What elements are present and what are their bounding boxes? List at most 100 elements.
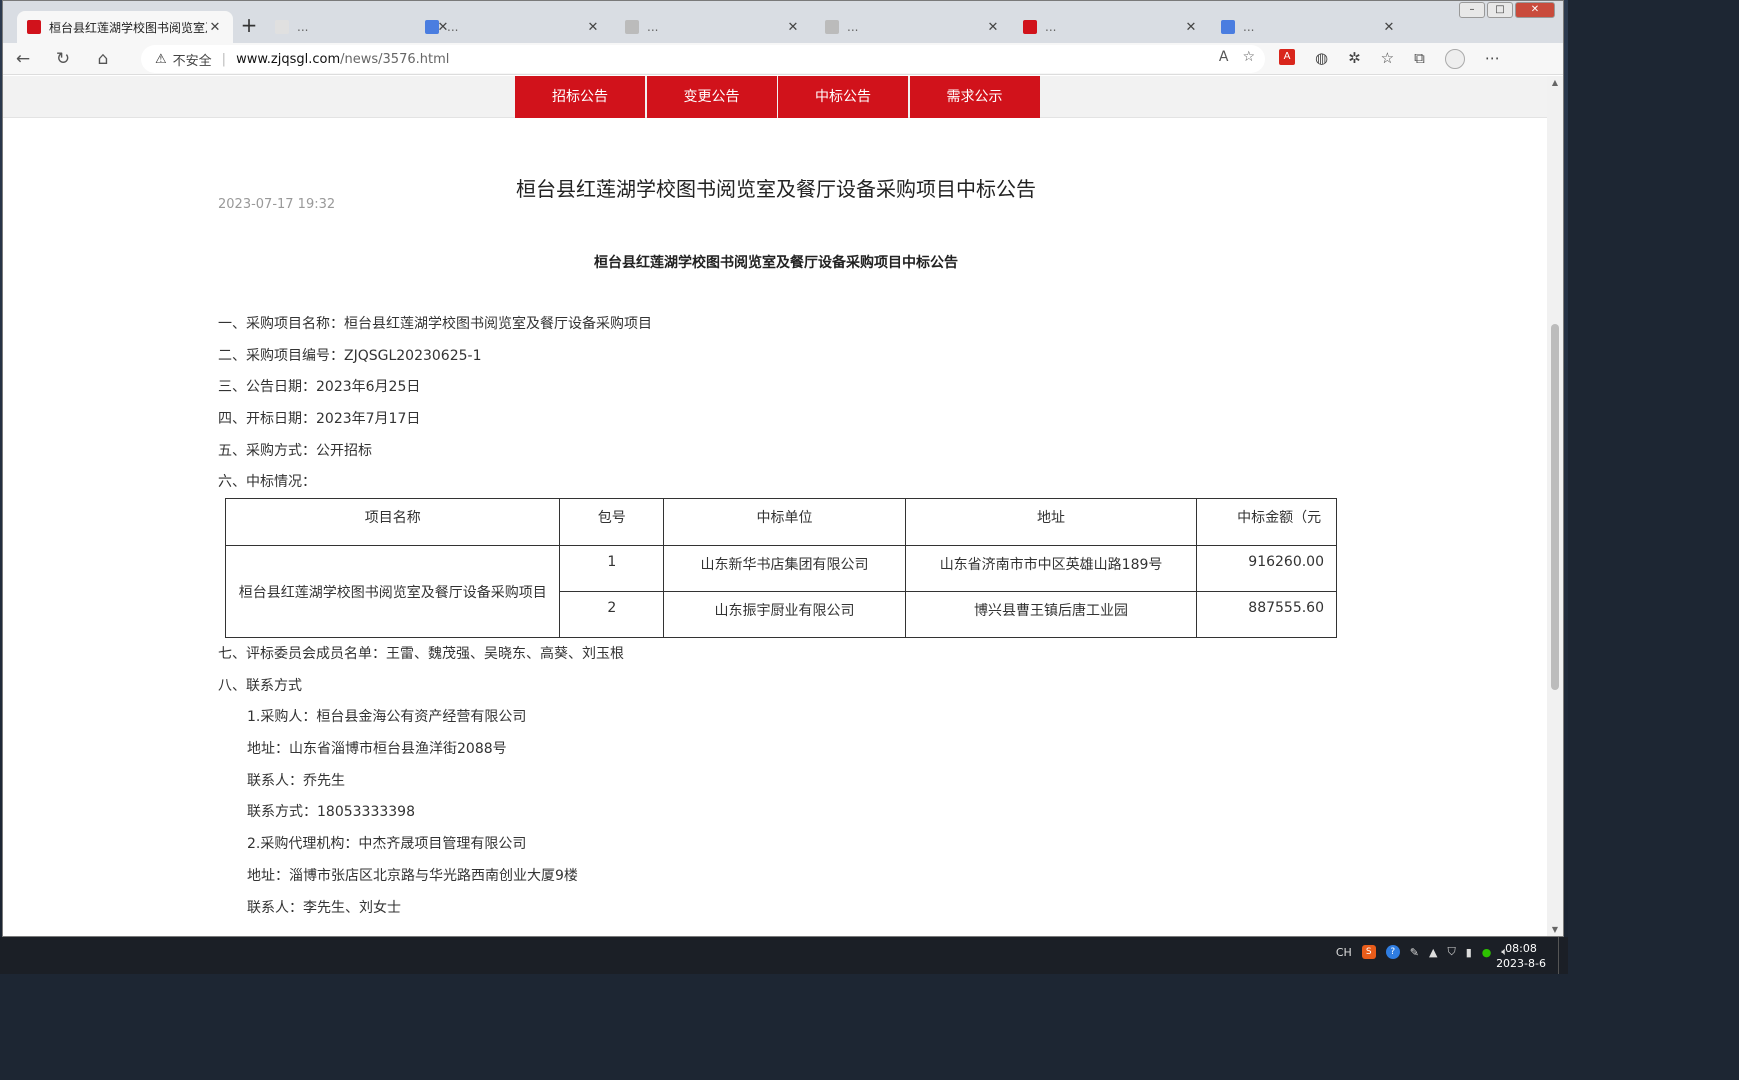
table-cell: 1	[559, 545, 665, 592]
scroll-down-icon[interactable]: ▼	[1547, 925, 1563, 934]
show-desktop-button[interactable]	[1558, 937, 1568, 974]
nav-item-demand-notice[interactable]: 需求公示	[909, 76, 1040, 118]
home-icon[interactable]: ⌂	[83, 49, 123, 69]
tab-inactive[interactable]: ... ✕	[615, 11, 811, 43]
article-line: 三、公告日期：2023年6月25日	[218, 379, 421, 396]
tray-expand-icon[interactable]: ▲	[1429, 946, 1437, 959]
taskbar: CH S ? ✎ ▲ ⛉ ▮ ● 🔈︎ 08:08 2023-8-6	[0, 937, 1568, 974]
window-close-button[interactable]: ✕	[1515, 2, 1555, 18]
address-bar[interactable]: ⚠ 不安全 | www.zjqsgl.com/news/3576.html A …	[141, 45, 1265, 73]
article-line: 联系方式：18053333398	[247, 804, 415, 821]
article-line: 地址：山东省淄博市桓台县渔洋街2088号	[247, 741, 507, 758]
nav-item-change-notice[interactable]: 变更公告	[646, 76, 777, 118]
app-tray-icon[interactable]: ▮	[1466, 946, 1472, 959]
tracking-prevention-icon[interactable]: ◍	[1315, 49, 1328, 69]
url-path: /news/3576.html	[340, 51, 450, 67]
award-table: 项目名称 包号 中标单位 地址 中标金额（元 桓台县红莲湖学校图书阅览室及餐厅设…	[225, 498, 1337, 638]
tab-favicon-icon	[425, 20, 439, 34]
favorites-icon[interactable]: ☆	[1381, 49, 1394, 69]
table-cell-amount: 887555.60	[1196, 591, 1337, 638]
tab-close-icon[interactable]: ✕	[585, 20, 601, 35]
new-tab-button[interactable]: +	[237, 14, 261, 38]
article-line: 联系人：乔先生	[247, 772, 345, 789]
tab-inactive[interactable]: ... ✕	[815, 11, 1011, 43]
tab-close-icon[interactable]: ✕	[207, 20, 223, 35]
tab-close-icon[interactable]: ✕	[985, 20, 1001, 35]
url-host: www.zjqsgl.com	[236, 51, 341, 67]
tab-title: 桓台县红莲湖学校图书阅览室及餐厅设备采购项目中标公告	[49, 20, 207, 35]
address-separator: |	[221, 51, 227, 67]
tab-inactive[interactable]: ... ✕	[415, 11, 611, 43]
table-header-cell: 包号	[559, 498, 665, 546]
table-cell: 山东省济南市市中区英雄山路189号	[904, 545, 1198, 592]
article-subtitle: 桓台县红莲湖学校图书阅览室及餐厅设备采购项目中标公告	[594, 255, 958, 271]
tab-favicon-icon	[825, 20, 839, 34]
profile-avatar[interactable]	[1444, 49, 1465, 69]
browser-window: 桓台县红莲湖学校图书阅览室及餐厅设备采购项目中标公告 ✕ + ... ✕ ...…	[2, 0, 1564, 937]
scroll-up-icon[interactable]: ▲	[1547, 78, 1563, 87]
site-favicon-icon	[27, 20, 41, 34]
table-header-cell: 中标金额（元	[1196, 498, 1337, 546]
security-shield-icon[interactable]: ⛉	[1447, 945, 1455, 959]
nav-item-award-notice[interactable]: 中标公告	[778, 76, 908, 118]
table-cell-amount: 916260.00	[1196, 545, 1337, 592]
collections-icon[interactable]: ⧉	[1414, 49, 1425, 69]
input-language-indicator[interactable]: CH	[1336, 946, 1352, 959]
pdf-extension-icon[interactable]: A	[1279, 49, 1295, 65]
refresh-icon[interactable]: ↻	[43, 49, 83, 69]
sogou-ime-icon[interactable]: S	[1361, 945, 1376, 959]
tab-title: ...	[847, 20, 859, 34]
tab-inactive[interactable]: ... ✕	[1211, 11, 1407, 43]
article-line: 1.采购人：桓台县金海公有资产经营有限公司	[247, 709, 527, 726]
taskbar-clock[interactable]: 08:08 2023-8-6	[1496, 941, 1546, 971]
article-line: 联系人：李先生、刘女士	[247, 899, 401, 916]
table-row: 桓台县红莲湖学校图书阅览室及餐厅设备采购项目 1 山东新华书店集团有限公司 山东…	[225, 545, 1337, 638]
award-table-wrapper: 项目名称 包号 中标单位 地址 中标金额（元 桓台县红莲湖学校图书阅览室及餐厅设…	[225, 498, 1337, 638]
tab-favicon-icon	[275, 20, 289, 34]
add-favorite-icon[interactable]: ☆	[1242, 49, 1255, 65]
tab-strip: 桓台县红莲湖学校图书阅览室及餐厅设备采购项目中标公告 ✕ + ... ✕ ...…	[3, 1, 1563, 43]
table-cell: 山东新华书店集团有限公司	[663, 545, 906, 592]
read-aloud-icon[interactable]: A	[1219, 49, 1229, 65]
table-cell: 山东振宇厨业有限公司	[663, 591, 906, 638]
extensions-icon[interactable]: ✲	[1348, 49, 1361, 69]
tab-favicon-icon	[1023, 20, 1037, 34]
wechat-icon[interactable]: ●	[1482, 946, 1492, 959]
table-header-cell: 项目名称	[225, 498, 561, 546]
tab-active[interactable]: 桓台县红莲湖学校图书阅览室及餐厅设备采购项目中标公告 ✕	[17, 11, 233, 43]
nav-item-tender-notice[interactable]: 招标公告	[515, 76, 645, 118]
tab-title: ...	[1045, 20, 1057, 34]
article-line: 四、开标日期：2023年7月17日	[218, 411, 421, 428]
system-tray: CH S ? ✎ ▲ ⛉ ▮ ● 🔈︎	[1336, 945, 1508, 959]
article-lines: 一、采购项目名称：桓台县红莲湖学校图书阅览室及餐厅设备采购项目 二、采购项目编号…	[218, 314, 652, 504]
article-line: 七、评标委员会成员名单：王雷、魏茂强、吴晓东、高葵、刘玉根	[218, 646, 624, 662]
tab-title: ...	[647, 20, 659, 34]
clock-date: 2023-8-6	[1496, 957, 1546, 970]
table-header-cell: 中标单位	[663, 498, 906, 546]
security-label[interactable]: 不安全	[173, 50, 212, 69]
page-scrollbar[interactable]: ▲ ▼	[1547, 76, 1563, 936]
article-line: 一、采购项目名称：桓台县红莲湖学校图书阅览室及餐厅设备采购项目	[218, 316, 652, 332]
site-nav: 招标公告 变更公告 中标公告 需求公示	[515, 76, 1041, 118]
back-icon[interactable]: ←	[3, 49, 43, 69]
scroll-thumb[interactable]	[1551, 324, 1559, 690]
window-controls: – □ ✕	[1459, 2, 1555, 18]
tab-close-icon[interactable]: ✕	[785, 20, 801, 35]
table-cell: 2	[559, 591, 665, 638]
table-cell-project-name: 桓台县红莲湖学校图书阅览室及餐厅设备采购项目	[225, 545, 561, 638]
more-menu-icon[interactable]: ⋯	[1485, 49, 1500, 69]
tab-title: ...	[447, 20, 459, 34]
maximize-button[interactable]: □	[1487, 2, 1513, 18]
article-date: 2023-07-17 19:32	[218, 197, 336, 212]
tab-title: ...	[1243, 20, 1255, 34]
pen-icon[interactable]: ✎	[1410, 946, 1419, 959]
help-icon[interactable]: ?	[1385, 945, 1400, 959]
clock-time: 08:08	[1505, 942, 1537, 955]
article-line: 二、采购项目编号：ZJQSGL20230625-1	[218, 347, 482, 364]
minimize-button[interactable]: –	[1459, 2, 1485, 18]
tab-close-icon[interactable]: ✕	[1381, 20, 1397, 35]
tab-close-icon[interactable]: ✕	[1183, 20, 1199, 35]
tab-inactive[interactable]: ... ✕	[1013, 11, 1209, 43]
site-nav-band: 招标公告 变更公告 中标公告 需求公示	[3, 76, 1549, 118]
address-bar-actions: A ☆	[1219, 49, 1255, 65]
